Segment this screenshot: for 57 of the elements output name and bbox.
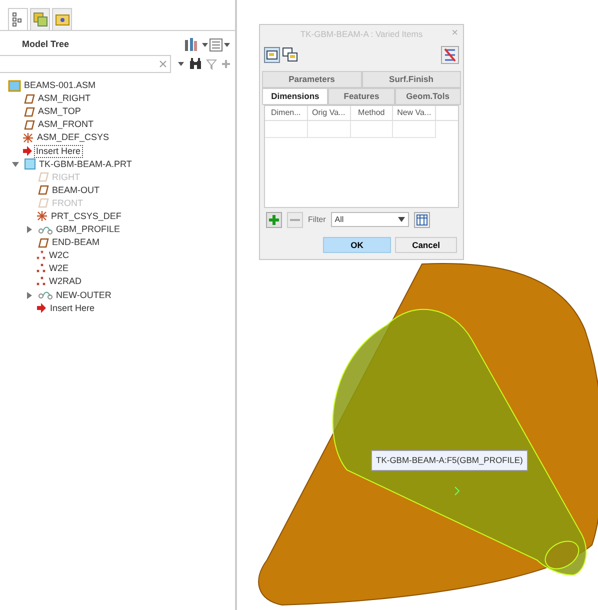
- dialog-tab[interactable]: Dimensions: [262, 88, 328, 104]
- tree-item[interactable]: W2RAD: [48, 276, 83, 288]
- tree-item[interactable]: ASM_TOP: [37, 106, 82, 118]
- cancel-button[interactable]: Cancel: [395, 237, 457, 253]
- column-header[interactable]: Orig Va...: [308, 106, 350, 120]
- column-header[interactable]: Dimen...: [265, 106, 308, 120]
- panel-title: Model Tree: [22, 38, 70, 52]
- tree-item[interactable]: W2E: [48, 263, 70, 274]
- tree-item[interactable]: Insert Here: [35, 146, 82, 157]
- axis-mark-icon: [454, 486, 460, 496]
- filter-label: Filter: [308, 214, 326, 226]
- binoculars-icon[interactable]: [189, 58, 202, 70]
- list-icon[interactable]: [209, 38, 223, 52]
- column-header[interactable]: Method: [350, 106, 394, 120]
- tree-item[interactable]: GBM_PROFILE: [55, 224, 122, 236]
- search-field[interactable]: [0, 55, 171, 73]
- tooltip: TK-GBM-BEAM-A:F5(GBM_PROFILE): [371, 450, 528, 471]
- tree-item[interactable]: Insert Here: [49, 302, 96, 314]
- caret-icon[interactable]: [201, 42, 209, 48]
- tree-item[interactable]: BEAM-OUT: [51, 184, 101, 196]
- column-header[interactable]: New Va...: [393, 106, 436, 120]
- dialog-tab[interactable]: Geom.Tols: [394, 88, 461, 104]
- expanded-caret-icon[interactable]: [12, 160, 19, 168]
- tree-item[interactable]: ASM_RIGHT: [37, 93, 92, 104]
- folder-icon: [54, 12, 70, 27]
- add-button[interactable]: [266, 212, 282, 228]
- columns-icon[interactable]: [414, 212, 430, 228]
- windows-icon[interactable]: [282, 47, 298, 63]
- ok-button[interactable]: OK: [323, 237, 391, 253]
- minus-icon: [290, 218, 300, 222]
- dialog-tab[interactable]: Features: [328, 88, 395, 104]
- caret-icon: [398, 217, 405, 222]
- dialog-tab[interactable]: Parameters: [262, 71, 362, 88]
- tree-item[interactable]: END-BEAM: [51, 237, 101, 248]
- tree-item[interactable]: NEW-OUTER: [55, 290, 112, 301]
- plus-icon: [269, 214, 279, 224]
- collapsed-caret-icon[interactable]: [26, 226, 33, 234]
- filter-dropdown[interactable]: All: [330, 212, 409, 227]
- panel-tab[interactable]: [30, 8, 50, 30]
- window-icon[interactable]: [264, 47, 280, 63]
- plus-icon[interactable]: [221, 59, 231, 69]
- caret-icon[interactable]: [223, 42, 231, 48]
- caret-icon[interactable]: [177, 61, 185, 67]
- collapsed-caret-icon[interactable]: [26, 292, 33, 299]
- tree-item[interactable]: ASM_FRONT: [37, 119, 95, 130]
- panel-tab[interactable]: [8, 8, 28, 30]
- tree-item[interactable]: W2C: [48, 250, 70, 262]
- tree-item[interactable]: PRT_CSYS_DEF: [50, 210, 122, 222]
- tree-item[interactable]: ASM_DEF_CSYS: [36, 132, 110, 144]
- tree-item[interactable]: BEAMS-001.ASM: [23, 80, 97, 92]
- highlight-toggle-icon[interactable]: [441, 46, 459, 64]
- tree-item[interactable]: TK-GBM-BEAM-A.PRT: [38, 158, 133, 170]
- cone-end-drawing: [544, 540, 580, 570]
- layers-icon: [32, 12, 48, 27]
- filter-icon[interactable]: [206, 58, 217, 70]
- dialog-tab[interactable]: Surf.Finish: [362, 71, 461, 88]
- panel-tab[interactable]: [52, 8, 72, 30]
